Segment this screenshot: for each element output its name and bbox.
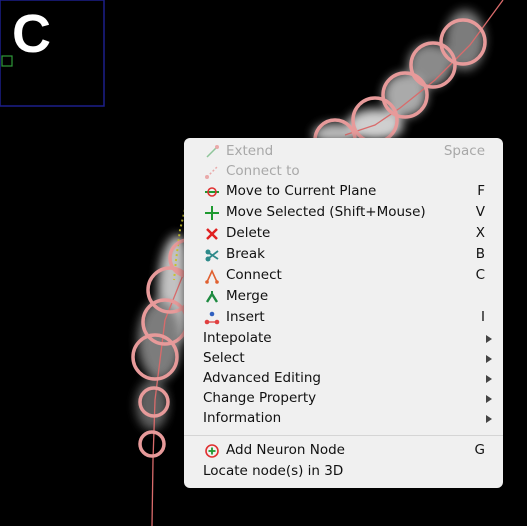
menu-item-label: Locate node(s) in 3D [203, 463, 344, 479]
menu-item-label: Advanced Editing [203, 370, 321, 386]
menu-item-extend[interactable]: Extend Space [184, 142, 503, 163]
menu-item-information[interactable]: Information [184, 409, 503, 430]
menu-item-label: Information [203, 410, 282, 426]
menu-item-label: Move to Current Plane [226, 183, 377, 199]
shortcut: X [475, 225, 485, 241]
node-circle [138, 430, 166, 458]
menu-item-label: Break [226, 246, 265, 262]
menu-item-delete[interactable]: Delete X [184, 224, 503, 245]
menu-item-move-selected[interactable]: Move Selected (Shift+Mouse) V [184, 203, 503, 224]
submenu-arrow-icon [486, 335, 492, 343]
menu-item-insert[interactable]: Insert I [184, 308, 503, 329]
menu-item-connect[interactable]: Connect C [184, 266, 503, 287]
menu-item-select[interactable]: Select [184, 349, 503, 370]
menu-item-label: Add Neuron Node [226, 442, 345, 458]
menu-item-label: Connect to [226, 163, 300, 179]
shortcut: B [475, 246, 485, 262]
menu-item-change-property[interactable]: Change Property [184, 389, 503, 410]
panel-label: C [12, 4, 51, 64]
context-menu: Extend Space Connect to Move to Current … [184, 138, 503, 488]
insert-icon [204, 311, 220, 325]
submenu-arrow-icon [486, 355, 492, 363]
connect-icon [205, 269, 219, 284]
menu-item-connect-to[interactable]: Connect to [184, 162, 503, 183]
menu-item-add-neuron-node[interactable]: Add Neuron Node G [184, 441, 503, 462]
delete-icon [206, 228, 218, 240]
menu-item-locate-nodes-3d[interactable]: Locate node(s) in 3D [184, 462, 503, 483]
menu-item-move-to-current-plane[interactable]: Move to Current Plane F [184, 182, 503, 203]
extend-icon [206, 145, 219, 158]
move-selected-icon [205, 206, 219, 220]
menu-item-label: Connect [226, 267, 282, 283]
submenu-arrow-icon [486, 375, 492, 383]
shortcut: G [474, 442, 485, 458]
submenu-arrow-icon [486, 395, 492, 403]
move-plane-icon [205, 187, 219, 197]
shortcut: V [475, 204, 485, 220]
menu-item-label: Intepolate [203, 330, 272, 346]
menu-item-label: Insert [226, 309, 265, 325]
menu-item-label: Extend [226, 143, 274, 159]
connect-to-icon [205, 166, 218, 179]
menu-item-merge[interactable]: Merge [184, 287, 503, 308]
location-marker [1, 55, 13, 67]
add-node-icon [205, 444, 219, 458]
menu-item-label: Change Property [203, 390, 317, 406]
shortcut: C [475, 267, 485, 283]
break-icon [205, 249, 219, 262]
shortcut: F [477, 183, 485, 199]
shortcut: I [481, 309, 485, 325]
menu-item-label: Move Selected (Shift+Mouse) [226, 204, 426, 220]
menu-item-label: Merge [226, 288, 269, 304]
menu-separator [184, 435, 503, 436]
menu-item-advanced-editing[interactable]: Advanced Editing [184, 369, 503, 390]
menu-item-intepolate[interactable]: Intepolate [184, 329, 503, 350]
menu-item-label: Delete [226, 225, 271, 241]
shortcut: Space [443, 143, 485, 159]
menu-item-break[interactable]: Break B [184, 245, 503, 266]
submenu-arrow-icon [486, 415, 492, 423]
menu-item-label: Select [203, 350, 245, 366]
merge-icon [205, 291, 219, 303]
